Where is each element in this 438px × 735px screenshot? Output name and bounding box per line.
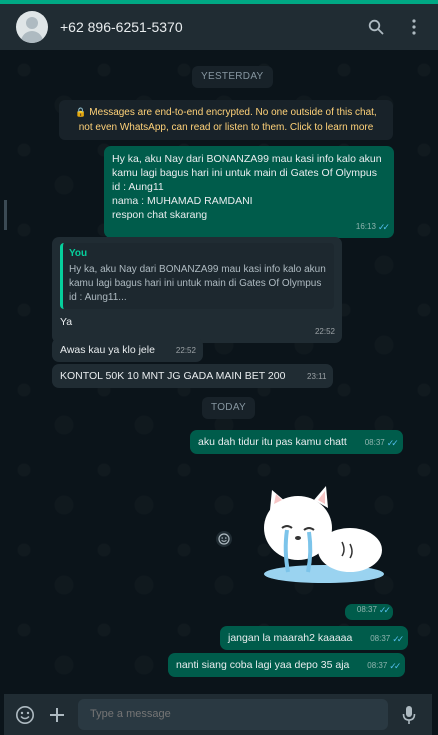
message-text: aku dah tidur itu pas kamu chatt	[198, 436, 347, 448]
encryption-notice[interactable]: 🔒 Messages are end-to-end encrypted. No …	[59, 100, 393, 140]
message-time: 16:13	[355, 222, 376, 231]
avatar-head-shape	[26, 17, 38, 29]
message-time: 08:37	[364, 438, 385, 447]
message-bubble-outgoing[interactable]: nanti siang coba lagi yaa depo 35 aja 08…	[168, 653, 406, 677]
read-receipt-icon: ✓✓	[378, 605, 391, 615]
date-chip-today: TODAY	[202, 397, 256, 419]
message-text: Hy ka, aku Nay dari BONANZA99 mau kasi i…	[112, 153, 382, 193]
quoted-message[interactable]: You Hy ka, aku Nay dari BONANZA99 mau ka…	[60, 243, 334, 309]
message-bubble-incoming[interactable]: You Hy ka, aku Nay dari BONANZA99 mau ka…	[52, 237, 342, 343]
sticker-time-chip: 08:37 ✓✓	[345, 604, 393, 620]
message-bubble-outgoing[interactable]: aku dah tidur itu pas kamu chatt 08:37 ✓…	[190, 430, 403, 454]
message-time: 22:52	[175, 346, 196, 355]
emoji-icon[interactable]	[12, 702, 38, 728]
message-meta: 16:13 ✓✓	[355, 220, 390, 234]
composer-bar	[4, 694, 432, 735]
message-meta: 08:37 ✓✓	[367, 659, 401, 673]
avatar[interactable]	[16, 11, 48, 43]
message-text: nanti siang coba lagi yaa depo 35 aja	[176, 659, 350, 671]
read-receipt-icon: ✓✓	[389, 661, 401, 671]
read-receipt-icon: ✓✓	[392, 634, 404, 644]
chat-header: +62 896-6251-5370	[0, 4, 438, 50]
message-bubble-incoming[interactable]: KONTOL 50K 10 MNT JG GADA MAIN BET 200 2…	[52, 364, 334, 388]
message-time: 23:11	[307, 372, 327, 381]
mic-icon[interactable]	[396, 702, 422, 728]
message-meta: 22:52	[315, 325, 335, 339]
message-time: 22:52	[314, 327, 335, 336]
message-meta: 23:11	[307, 370, 326, 384]
message-meta: 22:52	[176, 344, 196, 358]
encryption-text: Messages are end-to-end encrypted. No on…	[78, 107, 377, 133]
search-icon[interactable]	[364, 15, 388, 39]
message-meta: 08:37 ✓✓	[370, 632, 404, 646]
message-input[interactable]	[78, 699, 388, 730]
message-text: Awas kau ya klo jele	[60, 344, 155, 356]
quote-author: You	[69, 248, 88, 259]
scrollbar[interactable]	[4, 200, 7, 230]
message-time: 08:37	[356, 605, 377, 614]
chat-area[interactable]: YESTERDAY 🔒 Messages are end-to-end encr…	[4, 50, 432, 686]
message-text: nama : MUHAMAD RAMDANI	[112, 195, 253, 207]
read-receipt-icon: ✓✓	[377, 222, 390, 232]
message-text: Ya	[60, 316, 73, 328]
plus-icon[interactable]	[44, 702, 70, 728]
message-time: 08:37	[367, 661, 388, 670]
avatar-body-shape	[21, 31, 43, 43]
message-meta: 08:37 ✓✓	[356, 603, 391, 617]
contact-name[interactable]: +62 896-6251-5370	[60, 19, 350, 35]
message-bubble-outgoing[interactable]: Hy ka, aku Nay dari BONANZA99 mau kasi i…	[104, 146, 394, 238]
message-bubble-incoming[interactable]: Awas kau ya klo jele 22:52	[52, 338, 203, 362]
menu-icon[interactable]	[402, 15, 426, 39]
message-text: jangan la maarah2 kaaaaa	[228, 632, 353, 644]
read-receipt-icon: ✓✓	[386, 438, 399, 448]
message-time: 08:37	[370, 634, 391, 643]
message-text: KONTOL 50K 10 MNT JG GADA MAIN BET 200	[60, 370, 286, 382]
message-text: respon chat skarang	[112, 209, 208, 221]
message-meta: 08:37 ✓✓	[364, 436, 399, 450]
crying-white-cat-sticker	[264, 486, 384, 583]
sticker-message[interactable]	[254, 480, 384, 590]
react-emoji-icon[interactable]	[216, 531, 232, 547]
lock-icon: 🔒	[75, 107, 87, 117]
date-chip-yesterday: YESTERDAY	[192, 66, 273, 88]
message-bubble-outgoing[interactable]: jangan la maarah2 kaaaaa 08:37 ✓✓	[220, 626, 409, 650]
quote-text: Hy ka, aku Nay dari BONANZA99 mau kasi i…	[69, 264, 326, 303]
